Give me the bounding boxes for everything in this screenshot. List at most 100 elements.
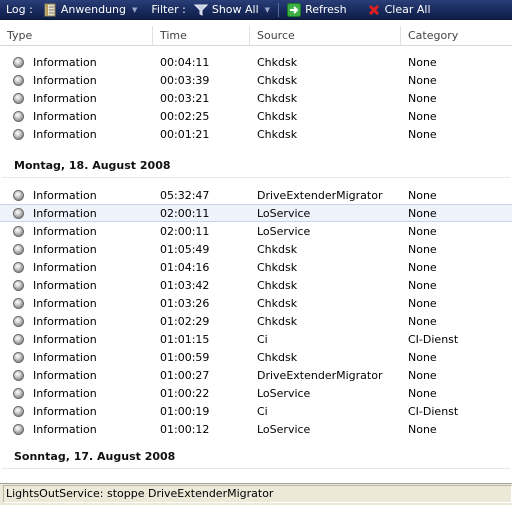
refresh-label: Refresh [305,3,347,16]
toolbar-separator [278,2,280,17]
information-icon [13,189,24,201]
information-icon [13,315,24,327]
event-row[interactable]: Information 01:00:19 Ci CI-Dienst [0,402,512,420]
event-time: 01:05:49 [160,242,210,256]
event-row[interactable]: Information 01:00:27 DriveExtenderMigrator… [0,366,512,384]
event-source: Chkdsk [257,242,298,256]
event-type-cell: Information [0,207,153,220]
event-type: Information [33,242,97,256]
red-x-icon [367,3,381,17]
event-row[interactable]: Information 05:32:47 DriveExtenderMigrator… [0,186,512,204]
event-row[interactable]: Information 00:04:11 Chkdsk None [0,53,512,71]
event-row[interactable]: Information 00:01:21 Chkdsk None [0,125,512,143]
event-category: None [408,368,437,382]
event-time: 01:01:15 [160,332,210,346]
notebook-icon [43,3,57,17]
event-time: 05:32:47 [160,188,210,202]
event-category: None [408,224,437,238]
event-row[interactable]: Information 01:02:29 Chkdsk None [0,312,512,330]
event-category: None [408,242,437,256]
event-category: None [408,188,437,202]
event-row[interactable]: Information 02:00:11 LoService None [0,222,512,240]
event-row[interactable]: Information 00:03:39 Chkdsk None [0,71,512,89]
event-row[interactable]: Information 01:00:12 LoService None [0,420,512,438]
event-time: 01:00:27 [160,368,210,382]
event-time: 01:00:22 [160,386,210,400]
event-category: None [408,386,437,400]
funnel-icon [193,3,209,17]
event-category: None [408,314,437,328]
event-type-cell: Information [0,261,153,274]
event-source: Chkdsk [257,91,298,105]
event-source: LoService [257,224,311,238]
event-source: DriveExtenderMigrator [257,368,383,382]
status-bar: LightsOutService: stoppe DriveExtenderMi… [0,483,512,505]
event-category: None [408,278,437,292]
information-icon [13,369,24,381]
event-source: LoService [257,206,311,220]
event-type: Information [33,404,97,418]
event-time: 01:03:26 [160,296,210,310]
event-time: 01:02:29 [160,314,210,328]
event-row[interactable]: Information 00:03:21 Chkdsk None [0,89,512,107]
event-type-cell: Information [0,369,153,382]
event-type: Information [33,206,97,220]
event-time: 01:04:16 [160,260,210,274]
event-category: None [408,127,437,141]
event-row[interactable]: Information 01:00:22 LoService None [0,384,512,402]
information-icon [13,225,24,237]
event-row[interactable]: Information 00:02:25 Chkdsk None [0,107,512,125]
event-type-cell: Information [0,297,153,310]
information-icon [13,110,24,122]
event-time: 00:04:11 [160,55,210,69]
event-type: Information [33,73,97,87]
event-type: Information [33,296,97,310]
column-header-source[interactable]: Source [250,25,401,46]
event-row[interactable]: Information 01:03:26 Chkdsk None [0,294,512,312]
information-icon [13,243,24,255]
event-time: 01:00:59 [160,350,210,364]
event-row[interactable]: Information 01:01:15 Ci CI-Dienst [0,330,512,348]
event-time: 02:00:11 [160,206,210,220]
event-list[interactable]: Information 00:04:11 Chkdsk None Information… [0,47,512,483]
event-source: DriveExtenderMigrator [257,188,383,202]
clear-all-button[interactable]: Clear All [363,0,435,20]
event-type-cell: Information [0,110,153,123]
toolbar: Log : Anwendung ▼ Filter : Show All ▼ Re… [0,0,512,20]
chevron-down-icon: ▼ [132,5,138,14]
event-type: Information [33,91,97,105]
group-header: Sonntag, 17. August 2008 [14,450,176,463]
event-time: 00:03:39 [160,73,210,87]
event-row[interactable]: Information 02:00:11 LoService None [0,204,512,222]
event-type-cell: Information [0,128,153,141]
event-row[interactable]: Information 01:05:49 Chkdsk None [0,240,512,258]
event-type: Information [33,332,97,346]
log-dropdown[interactable]: Anwendung ▼ [39,0,142,20]
event-category: CI-Dienst [408,404,459,418]
event-source: Ci [257,404,268,418]
event-row[interactable]: Information 01:04:16 Chkdsk None [0,258,512,276]
filter-dropdown[interactable]: Show All ▼ [190,0,274,20]
event-source: Chkdsk [257,296,298,310]
event-type-cell: Information [0,74,153,87]
refresh-button[interactable]: Refresh [283,0,351,20]
event-type-cell: Information [0,92,153,105]
event-type: Information [33,109,97,123]
event-time: 00:01:21 [160,127,210,141]
event-type-cell: Information [0,243,153,256]
event-category: None [408,260,437,274]
event-source: Chkdsk [257,127,298,141]
event-category: None [408,109,437,123]
event-row[interactable]: Information 01:00:59 Chkdsk None [0,348,512,366]
column-header-category[interactable]: Category [401,26,511,46]
event-row[interactable]: Information 01:03:42 Chkdsk None [0,276,512,294]
event-type: Information [33,278,97,292]
column-header-time[interactable]: Time [153,25,250,46]
filter-label: Filter : [151,3,186,16]
event-source: Chkdsk [257,278,298,292]
column-header-type[interactable]: Type [0,25,153,46]
event-category: CI-Dienst [408,332,459,346]
